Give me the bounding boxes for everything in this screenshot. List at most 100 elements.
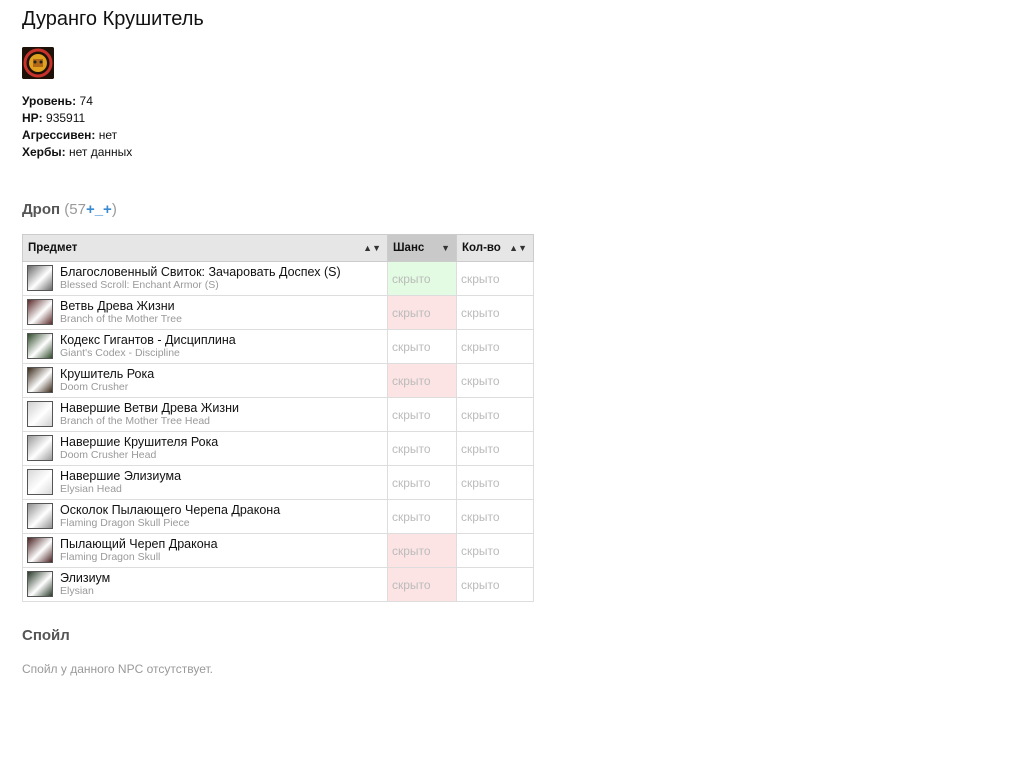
item-cell: Осколок Пылающего Черепа Дракона Flaming … — [22, 499, 388, 534]
item-cell: Навершие Крушителя Рока Doom Crusher Head — [22, 431, 388, 466]
item-cell: Элизиум Elysian — [22, 567, 388, 602]
weapon-icon — [27, 366, 53, 393]
table-row: Навершие Ветви Древа Жизни Branch of the … — [22, 397, 534, 432]
item-name-link[interactable]: Благословенный Свиток: Зачаровать Доспех… — [60, 265, 341, 279]
chance-cell: скрыто — [387, 431, 457, 466]
col-qty-header[interactable]: Кол-во ▲▼ — [456, 234, 534, 262]
scroll-icon — [27, 264, 53, 291]
chance-cell: скрыто — [387, 261, 457, 296]
chance-cell: скрыто — [387, 499, 457, 534]
item-cell: Навершие Ветви Древа Жизни Branch of the … — [22, 397, 388, 432]
aggr-label: Агрессивен: — [22, 128, 96, 142]
qty-cell: скрыто — [456, 329, 534, 364]
item-name-link[interactable]: Кодекс Гигантов - Дисциплина — [60, 333, 236, 347]
skull-weapon-icon — [27, 536, 53, 563]
item-name-en: Doom Crusher — [60, 380, 129, 393]
level-label: Уровень: — [22, 94, 77, 108]
qty-cell: скрыто — [456, 295, 534, 330]
table-row: Благословенный Свиток: Зачаровать Доспех… — [22, 261, 534, 296]
crystal-icon — [27, 434, 53, 461]
drop-count: (57 — [64, 201, 86, 218]
col-item-header[interactable]: Предмет ▲▼ — [22, 234, 388, 262]
qty-cell: скрыто — [456, 363, 534, 398]
item-name-en: Giant's Codex - Discipline — [60, 346, 180, 359]
qty-cell: скрыто — [456, 567, 534, 602]
item-name-link[interactable]: Крушитель Рока — [60, 367, 154, 381]
npc-avatar-icon — [22, 47, 54, 79]
item-text: Кодекс Гигантов - Дисциплина Giant's Code… — [60, 333, 236, 360]
table-row: Навершие Элизиума Elysian Head скрыто скрыт… — [22, 465, 534, 500]
item-text: Благословенный Свиток: Зачаровать Доспех… — [60, 265, 341, 292]
chance-cell: скрыто — [387, 567, 457, 602]
col-chance-label: Шанс — [393, 242, 425, 254]
npc-name: Дуранго Крушитель — [22, 8, 204, 30]
item-name-en: Elysian — [60, 584, 94, 597]
table-row: Элизиум Elysian скрыто скрыто — [22, 567, 534, 602]
item-name-link[interactable]: Осколок Пылающего Черепа Дракона — [60, 503, 280, 517]
level-line: Уровень: 74 — [22, 93, 132, 110]
qty-cell: скрыто — [456, 261, 534, 296]
hp-line: HP: 935911 — [22, 110, 132, 127]
crystal-icon — [27, 400, 53, 427]
herbs-value: нет данных — [69, 145, 133, 159]
npc-stats: Уровень: 74 HP: 935911 Агрессивен: нет Х… — [22, 93, 132, 161]
qty-cell: скрыто — [456, 465, 534, 500]
col-chance-header[interactable]: Шанс ▼ — [387, 234, 457, 262]
spoil-heading: Спойл — [22, 627, 70, 644]
branch-icon — [27, 298, 53, 325]
drop-count-close: ) — [111, 201, 117, 218]
drop-toggle-link[interactable]: +_+ — [86, 201, 112, 218]
level-value: 74 — [79, 94, 93, 108]
table-row: Крушитель Рока Doom Crusher скрыто скрыто — [22, 363, 534, 398]
item-name-link[interactable]: Ветвь Древа Жизни — [60, 299, 182, 313]
item-cell: Ветвь Древа Жизни Branch of the Mother Tr… — [22, 295, 388, 330]
col-qty-label: Кол-во — [462, 242, 501, 254]
crystal-icon — [27, 468, 53, 495]
item-name-en: Doom Crusher Head — [60, 448, 157, 461]
codex-icon — [27, 332, 53, 359]
chance-cell: скрыто — [387, 465, 457, 500]
item-name-en: Blessed Scroll: Enchant Armor (S) — [60, 278, 219, 291]
item-text: Навершие Ветви Древа Жизни Branch of the … — [60, 401, 239, 428]
item-name-link[interactable]: Пылающий Череп Дракона — [60, 537, 218, 551]
aggr-line: Агрессивен: нет — [22, 127, 132, 144]
chance-cell: скрыто — [387, 363, 457, 398]
item-cell: Крушитель Рока Doom Crusher — [22, 363, 388, 398]
sword-icon — [27, 570, 53, 597]
drop-heading: Дроп (57+_+) — [22, 201, 117, 218]
item-text: Навершие Крушителя Рока Doom Crusher Head — [60, 435, 218, 462]
drop-table-header: Предмет ▲▼ Шанс ▼ Кол-во ▲▼ — [22, 234, 534, 262]
herbs-label: Хербы: — [22, 145, 66, 159]
qty-cell: скрыто — [456, 431, 534, 466]
sort-both-icon: ▲▼ — [509, 243, 527, 253]
item-name-en: Flaming Dragon Skull Piece — [60, 516, 190, 529]
item-name-link[interactable]: Навершие Ветви Древа Жизни — [60, 401, 239, 415]
item-cell: Пылающий Череп Дракона Flaming Dragon Sku… — [22, 533, 388, 568]
table-row: Пылающий Череп Дракона Flaming Dragon Sku… — [22, 533, 534, 568]
chance-cell: скрыто — [387, 295, 457, 330]
qty-cell: скрыто — [456, 499, 534, 534]
chance-cell: скрыто — [387, 329, 457, 364]
item-name-link[interactable]: Навершие Элизиума — [60, 469, 181, 483]
item-text: Навершие Элизиума Elysian Head — [60, 469, 181, 496]
item-text: Ветвь Древа Жизни Branch of the Mother Tr… — [60, 299, 182, 326]
item-cell: Кодекс Гигантов - Дисциплина Giant's Code… — [22, 329, 388, 364]
item-name-link[interactable]: Навершие Крушителя Рока — [60, 435, 218, 449]
table-row: Кодекс Гигантов - Дисциплина Giant's Code… — [22, 329, 534, 364]
hp-value: 935911 — [46, 111, 86, 125]
spoil-text: Спойл у данного NPC отсутствует. — [22, 662, 213, 676]
table-row: Навершие Крушителя Рока Doom Crusher Head… — [22, 431, 534, 466]
aggr-value: нет — [98, 128, 118, 142]
qty-cell: скрыто — [456, 397, 534, 432]
item-text: Крушитель Рока Doom Crusher — [60, 367, 154, 394]
col-item-label: Предмет — [28, 242, 78, 254]
sort-down-icon: ▼ — [441, 243, 450, 253]
drop-title: Дроп — [22, 201, 61, 218]
sort-both-icon: ▲▼ — [363, 243, 381, 253]
item-name-link[interactable]: Элизиум — [60, 571, 110, 585]
qty-cell: скрыто — [456, 533, 534, 568]
crystal-icon — [27, 502, 53, 529]
item-cell: Навершие Элизиума Elysian Head — [22, 465, 388, 500]
item-name-en: Branch of the Mother Tree — [60, 312, 182, 325]
item-text: Элизиум Elysian — [60, 571, 110, 598]
